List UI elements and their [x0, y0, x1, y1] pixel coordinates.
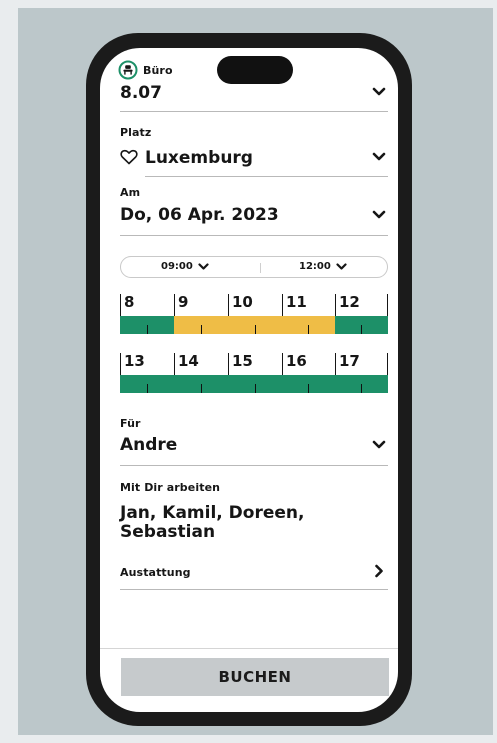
hour-label: 13 — [124, 352, 145, 370]
seat-chevron-down-icon[interactable] — [371, 151, 387, 163]
office-icon — [118, 60, 138, 80]
hour-label: 10 — [232, 293, 253, 311]
date-chevron-down-icon[interactable] — [371, 209, 387, 221]
heart-outline-icon[interactable] — [120, 149, 138, 165]
for-value[interactable]: Andre — [120, 435, 177, 455]
office-divider — [120, 111, 388, 112]
quarter-tick — [201, 384, 202, 393]
office-value[interactable]: 8.07 — [120, 83, 162, 103]
quarter-tick — [308, 325, 309, 334]
time-range-separator — [260, 263, 261, 273]
equipment-label[interactable]: Austattung — [120, 566, 191, 579]
quarter-tick — [308, 384, 309, 393]
office-chevron-down-icon[interactable] — [371, 86, 387, 98]
end-time-chevron-down-icon — [336, 262, 347, 270]
quarter-tick — [361, 384, 362, 393]
hour-label: 14 — [178, 352, 199, 370]
hour-label: 11 — [286, 293, 307, 311]
for-divider — [120, 465, 388, 466]
hour-label: 12 — [339, 293, 360, 311]
quarter-tick — [255, 384, 256, 393]
end-time-value: 12:00 — [299, 261, 331, 272]
phone-notch — [217, 56, 293, 84]
start-time-value: 09:00 — [161, 261, 193, 272]
date-label: Am — [120, 186, 141, 199]
hour-label: 17 — [339, 352, 360, 370]
date-value[interactable]: Do, 06 Apr. 2023 — [120, 205, 279, 225]
hour-label: 15 — [232, 352, 253, 370]
quarter-tick — [361, 325, 362, 334]
quarter-tick — [147, 325, 148, 334]
date-divider — [120, 235, 388, 236]
quarter-tick — [201, 325, 202, 334]
for-label: Für — [120, 417, 141, 430]
end-time-dropdown[interactable]: 12:00 — [299, 261, 347, 272]
chevron-right-icon[interactable] — [374, 563, 384, 578]
hour-label: 8 — [124, 293, 135, 311]
hour-label: 9 — [178, 293, 189, 311]
start-time-chevron-down-icon — [198, 262, 209, 270]
quarter-tick — [255, 325, 256, 334]
timeline-slot-free[interactable] — [120, 375, 388, 393]
for-chevron-down-icon[interactable] — [371, 439, 387, 451]
seat-divider — [145, 176, 388, 177]
office-label: Büro — [143, 64, 173, 77]
time-range-selector: 09:00 12:00 — [120, 256, 388, 278]
seat-value[interactable]: Luxemburg — [145, 148, 253, 168]
coworkers-label: Mit Dir arbeiten — [120, 481, 221, 494]
hour-label: 16 — [286, 352, 307, 370]
equipment-divider — [120, 589, 388, 590]
start-time-dropdown[interactable]: 09:00 — [161, 261, 209, 272]
seat-label: Platz — [120, 126, 152, 139]
book-button[interactable]: BUCHEN — [121, 658, 389, 696]
coworkers-line2: Sebastian — [120, 522, 216, 542]
quarter-tick — [147, 384, 148, 393]
coworkers-line1: Jan, Kamil, Doreen, — [120, 503, 305, 523]
footer-divider — [100, 648, 398, 649]
